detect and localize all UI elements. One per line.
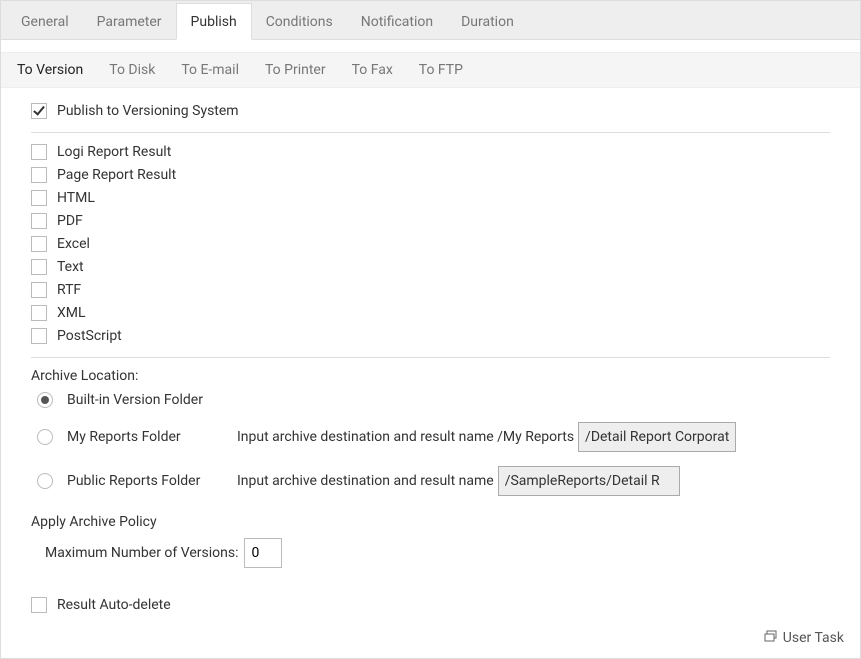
radio-my-reports-folder[interactable] — [37, 429, 53, 445]
checkbox-pdf[interactable] — [31, 213, 47, 229]
destination-label: Input archive destination and result nam… — [237, 473, 494, 489]
checkbox-publish-versioning[interactable] — [31, 103, 47, 119]
tab-publish[interactable]: Publish — [176, 3, 252, 40]
checkbox-label: Page Report Result — [57, 167, 176, 183]
checkbox-logi-report-result[interactable] — [31, 144, 47, 160]
subtab-to-version[interactable]: To Version — [7, 54, 93, 86]
subtab-to-disk[interactable]: To Disk — [99, 54, 165, 86]
radio-label: Public Reports Folder — [67, 473, 237, 489]
divider — [31, 357, 830, 358]
max-versions-label: Maximum Number of Versions: — [45, 545, 238, 561]
checkbox-rtf[interactable] — [31, 282, 47, 298]
checkbox-page-report-result[interactable] — [31, 167, 47, 183]
checkbox-label: Publish to Versioning System — [57, 103, 239, 119]
myreports-destination-input[interactable] — [578, 422, 736, 452]
checkbox-label: XML — [57, 305, 86, 321]
checkbox-postscript[interactable] — [31, 328, 47, 344]
sub-tab-bar: To Version To Disk To E-mail To Printer … — [1, 52, 860, 88]
checkbox-label: Result Auto-delete — [57, 597, 171, 613]
checkbox-result-auto-delete[interactable] — [31, 597, 47, 613]
user-task-icon — [763, 628, 783, 648]
tab-general[interactable]: General — [7, 4, 83, 39]
user-task-label: User Task — [783, 630, 844, 646]
archive-location-heading: Archive Location: — [31, 368, 830, 384]
apply-archive-policy-heading: Apply Archive Policy — [31, 514, 830, 530]
subtab-to-printer[interactable]: To Printer — [255, 54, 336, 86]
subtab-to-email[interactable]: To E-mail — [171, 54, 249, 86]
user-task-link[interactable]: User Task — [763, 628, 844, 648]
max-versions-input[interactable] — [244, 538, 282, 568]
checkbox-xml[interactable] — [31, 305, 47, 321]
divider — [31, 132, 830, 133]
tab-notification[interactable]: Notification — [347, 4, 447, 39]
radio-public-reports-folder[interactable] — [37, 473, 53, 489]
checkbox-excel[interactable] — [31, 236, 47, 252]
checkbox-label: Logi Report Result — [57, 144, 171, 160]
radio-label: My Reports Folder — [67, 429, 237, 445]
public-destination-input[interactable] — [498, 466, 680, 496]
checkbox-label: PostScript — [57, 328, 122, 344]
checkbox-label: HTML — [57, 190, 95, 206]
publish-content: Publish to Versioning System Logi Report… — [1, 88, 860, 629]
checkbox-label: RTF — [57, 282, 81, 298]
checkbox-html[interactable] — [31, 190, 47, 206]
destination-label: Input archive destination and result nam… — [237, 429, 574, 445]
tab-duration[interactable]: Duration — [447, 4, 528, 39]
radio-builtin-folder[interactable] — [37, 392, 53, 408]
checkbox-label: Text — [57, 259, 84, 275]
top-tab-bar: General Parameter Publish Conditions Not… — [1, 1, 860, 40]
checkbox-label: Excel — [57, 236, 90, 252]
tab-conditions[interactable]: Conditions — [252, 4, 347, 39]
radio-label: Built-in Version Folder — [67, 392, 237, 408]
checkbox-text[interactable] — [31, 259, 47, 275]
subtab-to-fax[interactable]: To Fax — [342, 54, 403, 86]
checkbox-label: PDF — [57, 213, 83, 229]
subtab-to-ftp[interactable]: To FTP — [409, 54, 473, 86]
tab-parameter[interactable]: Parameter — [83, 4, 176, 39]
